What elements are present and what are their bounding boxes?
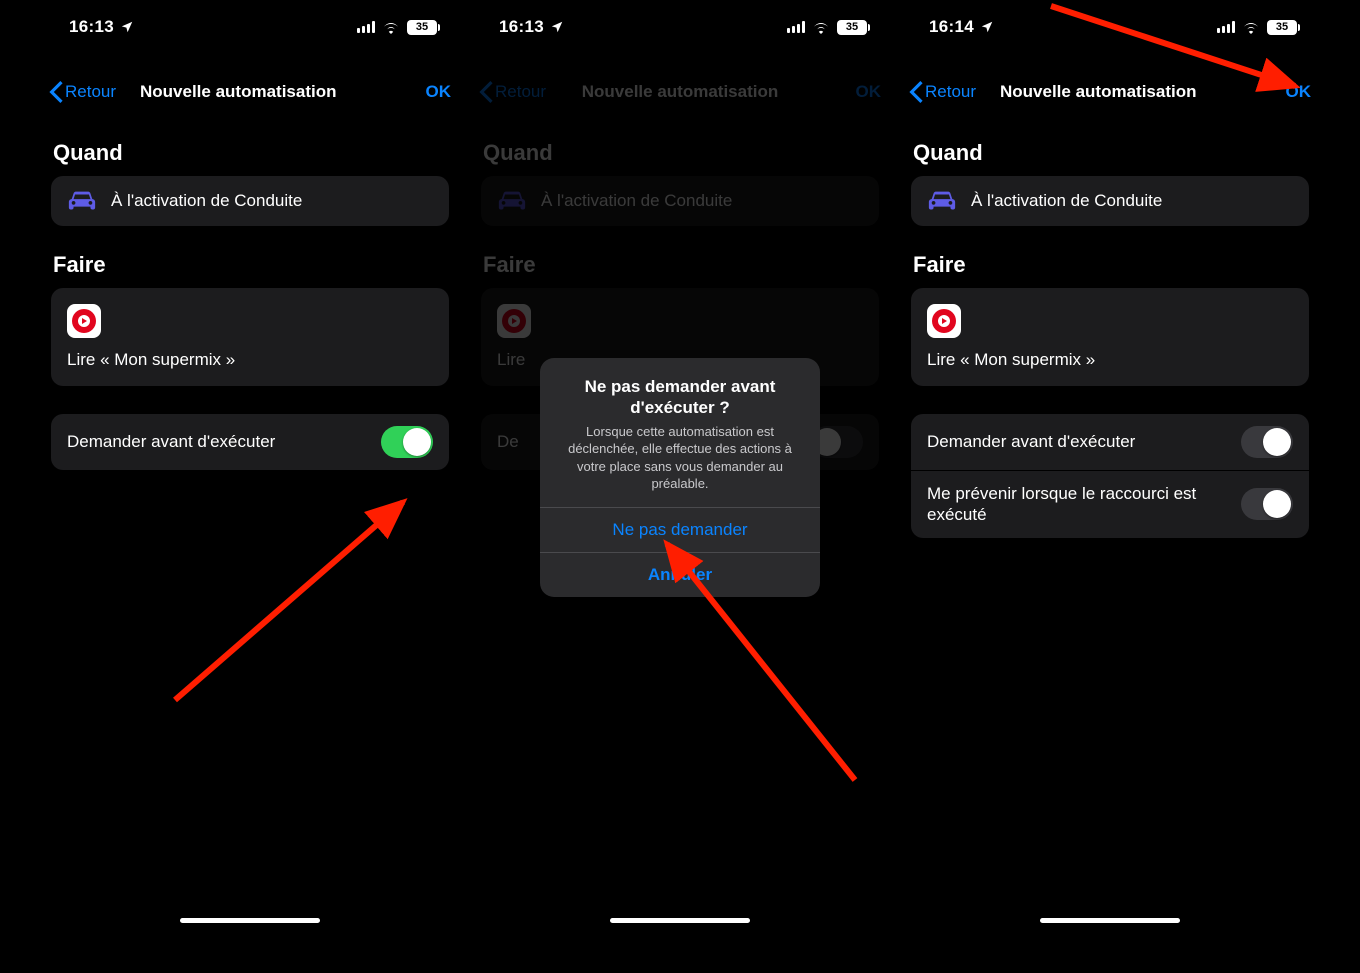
ask-before-run-toggle[interactable] <box>381 426 433 458</box>
screen-3: 16:14 35 Retour Nouvelle automatisation … <box>895 0 1325 931</box>
status-time-group: 16:14 <box>929 17 994 37</box>
wifi-icon <box>812 21 830 34</box>
battery-icon: 35 <box>1267 20 1297 35</box>
nav-bar: Retour Nouvelle automatisation OK <box>35 70 465 114</box>
chevron-left-icon <box>49 81 63 103</box>
do-header: Faire <box>913 252 1307 278</box>
when-trigger-row[interactable]: À l'activation de Conduite <box>911 176 1309 226</box>
chevron-left-icon <box>909 81 923 103</box>
home-indicator[interactable] <box>1040 918 1180 923</box>
do-header: Faire <box>53 252 447 278</box>
confirm-dialog: Ne pas demander avant d'exécuter ? Lorsq… <box>540 358 820 597</box>
dialog-confirm-button[interactable]: Ne pas demander <box>540 507 820 552</box>
status-right: 35 <box>357 20 437 35</box>
action-row[interactable]: Lire « Mon supermix » <box>911 288 1309 386</box>
back-label: Retour <box>925 82 976 102</box>
notify-when-run-label: Me prévenir lorsque le raccourci est exé… <box>927 483 1227 526</box>
dialog-title: Ne pas demander avant d'exécuter ? <box>558 376 802 419</box>
home-indicator[interactable] <box>610 918 750 923</box>
ok-button[interactable]: OK <box>1286 82 1312 102</box>
location-icon <box>980 20 994 34</box>
status-bar: 16:13 35 <box>35 0 465 54</box>
status-bar: 16:13 35 <box>465 0 895 54</box>
ask-before-run-label: Demander avant d'exécuter <box>927 431 1135 452</box>
content-area: Quand À l'activation de Conduite Faire L… <box>35 126 465 470</box>
when-trigger-label: À l'activation de Conduite <box>111 191 302 211</box>
youtube-music-icon <box>67 304 101 338</box>
back-button[interactable]: Retour <box>49 81 116 103</box>
youtube-music-icon <box>927 304 961 338</box>
battery-icon: 35 <box>407 20 437 35</box>
when-trigger-label: À l'activation de Conduite <box>971 191 1162 211</box>
status-time: 16:14 <box>929 17 974 37</box>
status-time-group: 16:13 <box>499 17 564 37</box>
action-row[interactable]: Lire « Mon supermix » <box>51 288 449 386</box>
cellular-icon <box>1217 21 1235 33</box>
location-icon <box>120 20 134 34</box>
car-icon <box>927 190 957 212</box>
ok-button[interactable]: OK <box>426 82 452 102</box>
wifi-icon <box>382 21 400 34</box>
when-header: Quand <box>913 140 1307 166</box>
ask-before-run-label: Demander avant d'exécuter <box>67 431 275 452</box>
ask-before-run-row[interactable]: Demander avant d'exécuter <box>911 414 1309 470</box>
cellular-icon <box>357 21 375 33</box>
dialog-message: Lorsque cette automatisation est déclenc… <box>558 423 802 493</box>
nav-bar: Retour Nouvelle automatisation OK <box>895 70 1325 114</box>
action-label: Lire « Mon supermix » <box>67 350 235 370</box>
content-area: Quand À l'activation de Conduite Faire L… <box>895 126 1325 538</box>
home-indicator[interactable] <box>180 918 320 923</box>
back-label: Retour <box>65 82 116 102</box>
status-time: 16:13 <box>69 17 114 37</box>
notify-when-run-toggle[interactable] <box>1241 488 1293 520</box>
wifi-icon <box>1242 21 1260 34</box>
car-icon <box>67 190 97 212</box>
when-header: Quand <box>53 140 447 166</box>
status-time-group: 16:13 <box>69 17 134 37</box>
dialog-cancel-button[interactable]: Annuler <box>540 552 820 597</box>
ask-before-run-row[interactable]: Demander avant d'exécuter <box>51 414 449 470</box>
status-right: 35 <box>1217 20 1297 35</box>
back-button[interactable]: Retour <box>909 81 976 103</box>
status-bar: 16:14 35 <box>895 0 1325 54</box>
when-trigger-row[interactable]: À l'activation de Conduite <box>51 176 449 226</box>
status-time: 16:13 <box>499 17 544 37</box>
screen-1: 16:13 35 Retour Nouvelle automatisation … <box>35 0 465 931</box>
nav-title: Nouvelle automatisation <box>1000 82 1196 102</box>
notify-when-run-row[interactable]: Me prévenir lorsque le raccourci est exé… <box>911 471 1309 538</box>
nav-title: Nouvelle automatisation <box>140 82 336 102</box>
location-icon <box>550 20 564 34</box>
action-label: Lire « Mon supermix » <box>927 350 1095 370</box>
cellular-icon <box>787 21 805 33</box>
status-right: 35 <box>787 20 867 35</box>
screen-2: 16:13 35 Retour Nouvelle automatisation … <box>465 0 895 931</box>
ask-before-run-toggle[interactable] <box>1241 426 1293 458</box>
battery-icon: 35 <box>837 20 867 35</box>
